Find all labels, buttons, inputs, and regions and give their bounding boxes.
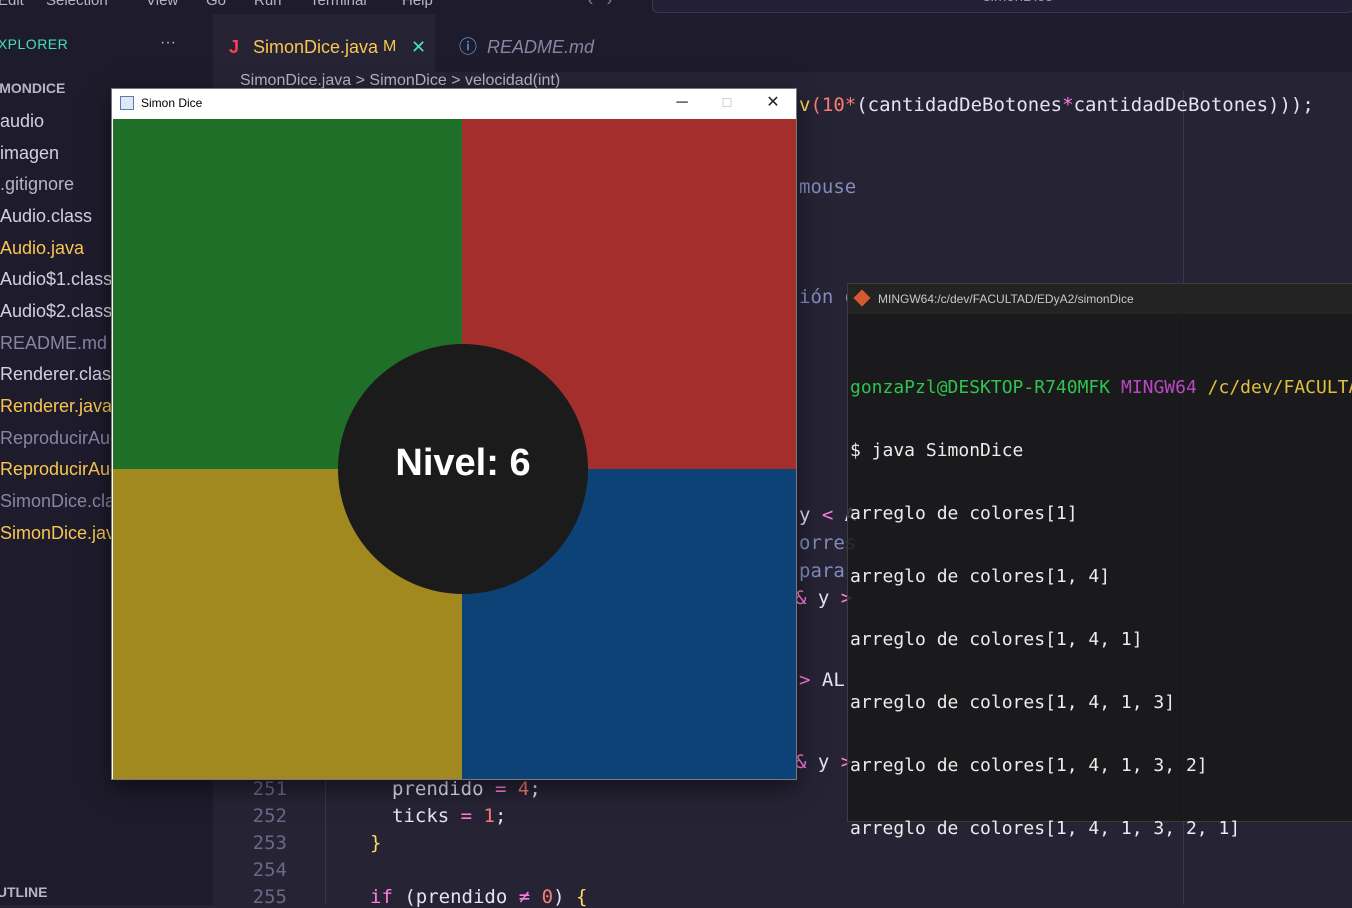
menu-selection[interactable]: Selection (46, 0, 108, 9)
file-item[interactable]: SimonDice.java (0, 523, 125, 544)
line-number: 254 (252, 859, 287, 881)
level-label: Nivel: 6 (395, 442, 531, 484)
menu-view[interactable]: View (146, 0, 178, 9)
maximize-icon[interactable]: ☐ (704, 89, 750, 119)
code-fragment: > AL (799, 669, 845, 691)
code-fragment: mouse (799, 176, 857, 198)
explorer-section-title[interactable]: SIMONDICE (0, 80, 65, 96)
file-item[interactable]: Audio.java (0, 238, 84, 259)
line-number: 252 (252, 805, 287, 827)
file-item[interactable]: imagen (0, 143, 59, 164)
terminal-title-bar[interactable]: MINGW64:/c/dev/FACULTAD/EDyA2/simonDice (848, 284, 1352, 314)
nav-arrows-icon[interactable]: ‹ › (588, 0, 612, 10)
file-item[interactable]: Audio.class (0, 206, 92, 227)
game-canvas[interactable]: Nivel: 6 (113, 119, 796, 779)
simon-dice-window[interactable]: Simon Dice ─ ☐ ✕ Nivel: 6 (112, 89, 796, 779)
terminal-line: arreglo de colores[1, 4, 1] (850, 629, 1143, 650)
terminal-line: arreglo de colores[1] (850, 503, 1078, 524)
explorer-title: EXPLORER (0, 36, 69, 52)
file-item[interactable]: Renderer.java (0, 396, 112, 417)
terminal-line: arreglo de colores[1, 4, 1, 3] (850, 692, 1176, 713)
info-icon: ⓘ (459, 37, 477, 57)
tab-label: README.md (487, 37, 595, 57)
center-circle: Nivel: 6 (338, 344, 588, 594)
tab-simondice-java[interactable]: J SimonDice.java M ✕ (213, 14, 435, 72)
command-center-label: simonDice (983, 0, 1053, 5)
terminal-command: $ java SimonDice (850, 440, 1024, 461)
window-title: Simon Dice (141, 96, 203, 110)
menu-run[interactable]: Run (254, 0, 282, 9)
terminal-line: arreglo de colores[1, 4, 1, 3, 2, 1] (850, 818, 1241, 839)
file-item[interactable]: Renderer.class (0, 364, 120, 385)
java-file-icon: J (229, 37, 240, 57)
code-line: prendido = 4; (392, 778, 541, 800)
code-line: } (370, 832, 382, 854)
git-bash-icon (853, 289, 871, 307)
prompt-host: MINGW64 (1120, 377, 1197, 398)
close-tab-icon[interactable]: ✕ (411, 14, 426, 80)
breadcrumb[interactable]: SimonDice.java > SimonDice > velocidad(i… (240, 72, 560, 90)
terminal-line: arreglo de colores[1, 4, 1, 3, 2] (850, 755, 1208, 776)
prompt-user: gonzaPzl@DESKTOP-R740MFK (850, 377, 1111, 398)
menu-edit[interactable]: Edit (0, 0, 24, 9)
file-item[interactable]: Audio$2.class (0, 301, 112, 322)
menu-help[interactable]: Help (402, 0, 433, 9)
file-item[interactable]: Audio$1.class (0, 269, 112, 290)
prompt-path: /c/dev/FACULTAD/EDyA2/simonDice (1207, 377, 1352, 398)
terminal-prompt: gonzaPzl@DESKTOP-R740MFK MINGW64 /c/dev/… (850, 377, 1352, 398)
terminal-output[interactable]: gonzaPzl@DESKTOP-R740MFK MINGW64 /c/dev/… (850, 335, 1352, 881)
more-actions-icon[interactable]: ··· (160, 34, 176, 52)
terminal-title: MINGW64:/c/dev/FACULTAD/EDyA2/simonDice (878, 292, 1134, 306)
code-fragment: & y > (795, 587, 852, 609)
close-window-icon[interactable]: ✕ (750, 89, 796, 119)
line-number: 251 (252, 778, 287, 800)
window-title-bar[interactable]: Simon Dice ─ ☐ ✕ (112, 89, 796, 119)
menu-bar: Edit Selection View Go Run Terminal Help… (0, 0, 1352, 14)
file-item[interactable]: .gitignore (0, 174, 74, 195)
terminal-line: arreglo de colores[1, 4] (850, 566, 1111, 587)
code-fragment: v(10*(cantidadDeBotones*cantidadDeBotone… (799, 94, 1314, 116)
editor-tab-bar: J SimonDice.java M ✕ ⓘ README.md (213, 14, 1352, 72)
outline-section-title[interactable]: OUTLINE (0, 884, 47, 900)
minimize-icon[interactable]: ─ (659, 89, 705, 119)
java-app-icon (120, 96, 134, 110)
tab-readme-md[interactable]: ⓘ README.md (453, 14, 653, 72)
code-fragment: para (799, 560, 845, 582)
menu-go[interactable]: Go (206, 0, 226, 9)
code-fragment: & y > (795, 751, 852, 773)
tab-label: SimonDice.java (253, 37, 379, 57)
file-item[interactable]: README.md (0, 333, 107, 354)
menu-terminal[interactable]: Terminal (310, 0, 367, 9)
line-number: 253 (252, 832, 287, 854)
command-center[interactable]: simonDice (652, 0, 1352, 13)
terminal-window[interactable]: MINGW64:/c/dev/FACULTAD/EDyA2/simonDice … (847, 283, 1352, 839)
modified-badge: M (383, 38, 397, 55)
file-item[interactable]: audio (0, 111, 44, 132)
code-line: ticks = 1; (392, 805, 507, 827)
